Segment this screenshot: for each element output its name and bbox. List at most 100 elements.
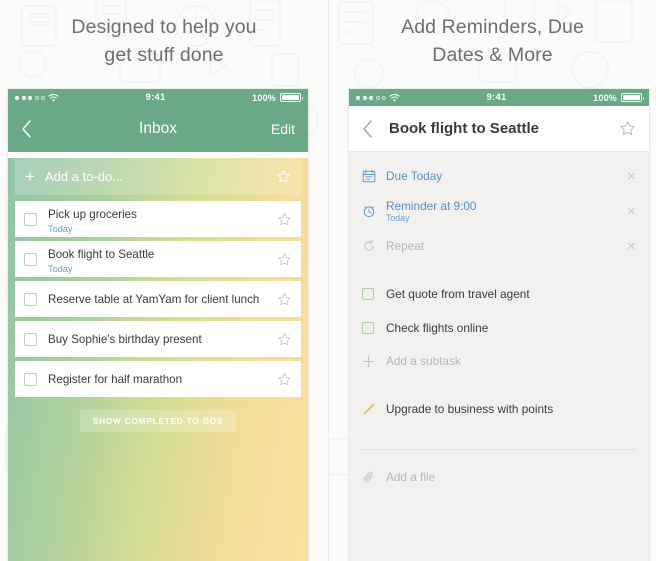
wifi-icon [389, 93, 400, 102]
note-text-wrap: Upgrade to business with points [386, 400, 636, 418]
repeat-text: Repeat [386, 237, 621, 255]
chevron-left-icon [362, 119, 373, 138]
add-todo-row[interactable]: + Add a to-do... [15, 158, 301, 195]
todo-due: Today [48, 223, 73, 234]
panel-left: Designed to help you get stuff done 9:41… [0, 0, 328, 561]
todo-text: Buy Sophie's birthday present [37, 330, 277, 348]
table-row[interactable]: Book flight to Seattle Today [15, 241, 301, 277]
subtask-title: Get quote from travel agent [386, 287, 530, 301]
star-outline-icon[interactable] [276, 169, 291, 184]
add-subtask-row[interactable]: Add a subtask [349, 347, 649, 375]
back-button-inbox[interactable] [21, 120, 39, 138]
left-headline-line1: Designed to help you [71, 16, 257, 38]
subtask-title: Check flights online [386, 321, 489, 335]
checkbox-empty-icon[interactable] [24, 372, 37, 386]
checkbox-empty-green-icon[interactable] [362, 288, 386, 300]
repeat-row[interactable]: Repeat ✕ [349, 232, 649, 260]
add-file-row[interactable]: Add a file [349, 463, 649, 491]
chevron-left-icon [21, 120, 32, 138]
reminder-label: Reminder at 9:00 [386, 198, 477, 213]
star-outline-icon[interactable] [277, 292, 292, 307]
page-title-inbox: Inbox [139, 120, 177, 137]
right-headline: Add Reminders, Due Dates & More [329, 0, 656, 69]
status-bar-right: 9:41 100% [349, 89, 649, 106]
status-time-right: 9:41 [486, 92, 507, 103]
page-title-task: Book flight to Seattle [389, 120, 539, 137]
table-row[interactable]: Reserve table at YamYam for client lunch [15, 281, 301, 317]
back-button-detail[interactable] [362, 119, 380, 138]
phone-screen-task-detail: 9:41 100% Book flight to Seattle Due Tod… [349, 89, 649, 561]
todo-title: Pick up groceries [48, 207, 137, 221]
navbar-task-detail: Book flight to Seattle [349, 106, 649, 152]
status-time-left: 9:41 [145, 92, 166, 103]
edit-button[interactable]: Edit [271, 121, 295, 137]
add-subtask-label: Add a subtask [386, 354, 461, 368]
todo-title: Register for half marathon [48, 373, 183, 386]
due-date-row[interactable]: Due Today ✕ [349, 162, 649, 190]
checkbox-empty-green-icon[interactable] [362, 322, 386, 334]
repeat-label: Repeat [386, 239, 425, 253]
phone-screen-inbox: 9:41 100% Inbox Edit + Add a to-do... Pi… [8, 89, 308, 561]
plus-icon [362, 355, 386, 368]
todo-title: Reserve table at YamYam for client lunch [48, 293, 260, 306]
todo-text: Book flight to Seattle Today [37, 245, 277, 274]
note-text: Upgrade to business with points [386, 402, 554, 416]
battery-icon [280, 93, 303, 102]
alarm-clock-icon [362, 204, 386, 218]
subtask-row[interactable]: Check flights online [349, 314, 649, 342]
star-outline-icon[interactable] [277, 252, 292, 267]
todo-due: Today [48, 263, 73, 274]
signal-dots-icon [15, 95, 45, 100]
table-row[interactable]: Pick up groceries Today [15, 201, 301, 237]
checkbox-empty-icon[interactable] [24, 332, 37, 346]
star-outline-icon[interactable] [277, 372, 292, 387]
show-completed-button[interactable]: SHOW COMPLETED TO-DOS [79, 410, 237, 432]
add-subtask-text: Add a subtask [386, 352, 636, 370]
table-row[interactable]: Buy Sophie's birthday present [15, 321, 301, 357]
todo-text: Pick up groceries Today [37, 205, 277, 234]
signal-dots-icon [356, 95, 386, 100]
status-left-group [15, 93, 59, 102]
add-file-text: Add a file [386, 468, 636, 486]
add-todo-input[interactable]: Add a to-do... [45, 169, 276, 184]
status-right-group: 100% [593, 92, 644, 103]
right-headline-line2: Dates & More [432, 43, 553, 66]
close-x-icon[interactable]: ✕ [621, 205, 636, 218]
status-right-group: 100% [252, 93, 303, 103]
checkbox-empty-icon[interactable] [24, 252, 37, 266]
star-outline-icon[interactable] [619, 120, 636, 137]
battery-percent-right: 100% [593, 92, 617, 103]
todo-title: Book flight to Seattle [48, 247, 155, 261]
star-outline-icon[interactable] [277, 332, 292, 347]
reminder-text: Reminder at 9:00 Today [386, 199, 621, 223]
checkbox-empty-icon[interactable] [24, 292, 37, 306]
close-x-icon[interactable]: ✕ [621, 240, 636, 253]
due-date-text: Due Today [386, 167, 621, 185]
status-bar-left: 9:41 100% [8, 89, 308, 106]
close-x-icon[interactable]: ✕ [621, 170, 636, 183]
battery-icon [621, 93, 644, 102]
plus-icon: + [25, 166, 35, 186]
due-date-label: Due Today [386, 169, 443, 183]
left-headline: Designed to help you get stuff done [0, 0, 328, 69]
note-row[interactable]: Upgrade to business with points [349, 395, 649, 423]
add-file-label: Add a file [386, 470, 436, 484]
inbox-body: + Add a to-do... Pick up groceries Today [8, 158, 308, 561]
star-outline-icon[interactable] [277, 212, 292, 227]
subtask-row[interactable]: Get quote from travel agent [349, 280, 649, 308]
table-row[interactable]: Register for half marathon [15, 361, 301, 397]
subtask-text: Get quote from travel agent [386, 285, 636, 303]
todo-text: Register for half marathon [37, 370, 277, 388]
subtask-text: Check flights online [386, 319, 636, 337]
app-screenshot: Designed to help you get stuff done 9:41… [0, 0, 656, 561]
reminder-row[interactable]: Reminder at 9:00 Today ✕ [349, 197, 649, 225]
navbar-inbox: Inbox Edit [8, 106, 308, 152]
checkbox-empty-icon[interactable] [24, 212, 37, 226]
reminder-sub: Today [386, 213, 410, 224]
paperclip-icon [362, 470, 386, 484]
task-detail-body: Due Today ✕ Reminder at 9:00 Today ✕ Rep… [349, 152, 649, 561]
repeat-icon [362, 239, 386, 253]
